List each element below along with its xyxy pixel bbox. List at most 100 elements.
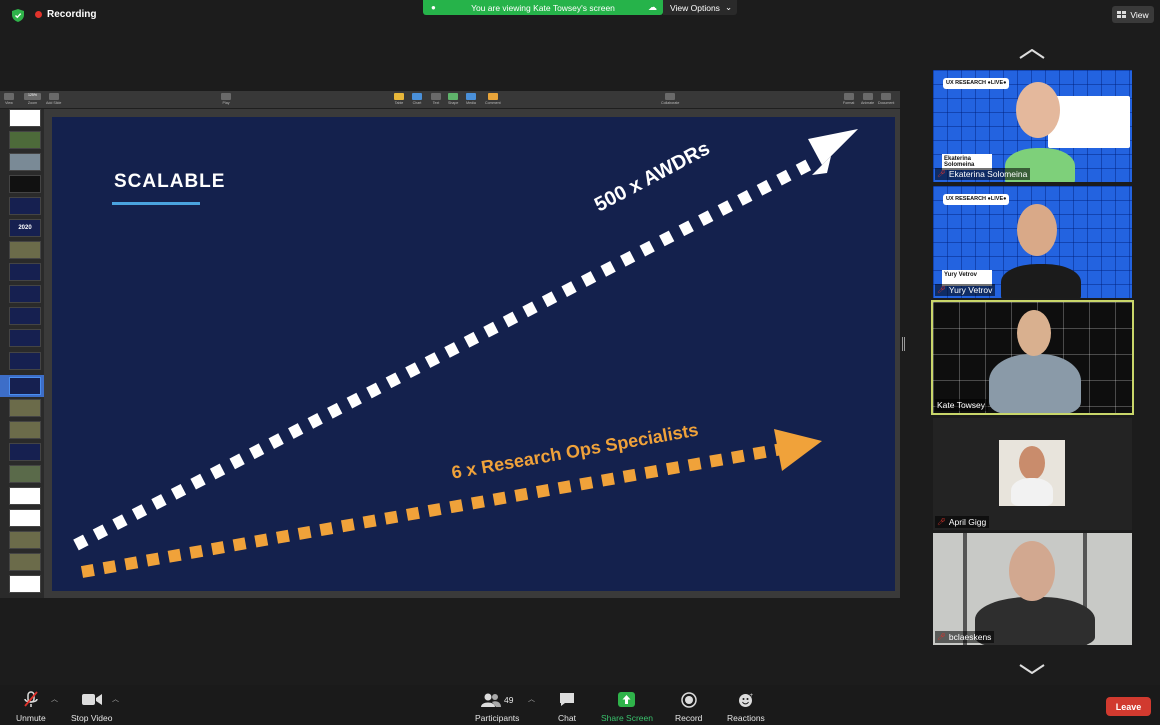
- slide-thumbnail[interactable]: [9, 175, 41, 193]
- toolbar-label: Play: [222, 101, 230, 105]
- share-banner: ● You are viewing Kate Towsey's screen ☁: [423, 0, 663, 15]
- toolbar-label: Chart: [412, 101, 422, 105]
- participant-tile[interactable]: UX RESEARCH ●LIVE● Ekaterina Solomeina 🎤…: [933, 70, 1132, 182]
- ux-research-live-logo: UX RESEARCH ●LIVE●: [943, 194, 1010, 205]
- participant-name-tag: 🎤︎ bclaeskens: [935, 631, 995, 643]
- slide-thumbnail[interactable]: [9, 109, 41, 127]
- keynote-comment-button[interactable]: Comment: [485, 93, 501, 105]
- leave-meeting-button[interactable]: Leave: [1106, 697, 1151, 716]
- unmute-button[interactable]: Unmute: [16, 691, 46, 723]
- top-bar: Recording ● You are viewing Kate Towsey'…: [0, 0, 1160, 30]
- slide-thumbnail[interactable]: [9, 263, 41, 281]
- share-screen-button[interactable]: Share Screen: [601, 691, 653, 723]
- participant-name: Yury Vetrov: [948, 285, 993, 295]
- keynote-format-button[interactable]: Format: [843, 93, 854, 105]
- table-icon: [394, 93, 404, 100]
- slide-thumbnail[interactable]: [9, 487, 41, 505]
- slide-thumbnail[interactable]: [9, 421, 41, 439]
- view-button[interactable]: View: [1112, 6, 1154, 23]
- scroll-down-chevron-icon[interactable]: [1019, 664, 1045, 674]
- participants-button[interactable]: 49 Participants: [475, 691, 519, 723]
- comment-icon: [487, 93, 498, 100]
- slide-thumbnail[interactable]: [9, 131, 41, 149]
- participant-tile-active-speaker[interactable]: Kate Towsey: [931, 300, 1134, 415]
- participant-tile[interactable]: UX RESEARCH ●LIVE● Yury Vetrov 🎤︎ Yury Ve…: [933, 186, 1132, 298]
- reactions-button[interactable]: + Reactions: [727, 691, 765, 724]
- recording-indicator[interactable]: Recording: [35, 9, 96, 20]
- record-label: Record: [675, 713, 703, 723]
- slide-thumbnail[interactable]: [9, 509, 41, 527]
- toolbar-label: Table: [394, 101, 404, 105]
- toolbar-label: Comment: [485, 101, 501, 105]
- scroll-up-chevron-icon[interactable]: [1019, 49, 1045, 59]
- svg-text:+: +: [749, 693, 753, 699]
- play-icon: [221, 93, 231, 100]
- format-icon: [843, 93, 854, 100]
- toolbar-label: Document: [878, 101, 895, 105]
- microphone-icon: ●: [431, 3, 436, 12]
- slide-navigator[interactable]: 2020: [0, 109, 44, 598]
- participant-avatar-photo: [999, 440, 1065, 506]
- audio-options-caret-icon[interactable]: ︿: [51, 694, 58, 704]
- participant-face: [1016, 82, 1060, 138]
- keynote-view-button[interactable]: View: [4, 93, 14, 105]
- orange-arrow-head: [774, 429, 822, 471]
- keynote-media-button[interactable]: Media: [466, 93, 476, 105]
- grid-view-icon: [1117, 11, 1127, 18]
- video-options-caret-icon[interactable]: ︿: [112, 694, 119, 704]
- slide-thumbnail-current[interactable]: [9, 377, 41, 395]
- slide-thumbnail[interactable]: [9, 329, 41, 347]
- shield-icon[interactable]: [12, 9, 24, 22]
- chat-bubble-icon: [559, 691, 575, 708]
- slide-thumbnail[interactable]: [9, 197, 41, 215]
- participant-face: [1017, 204, 1057, 256]
- keynote-text-button[interactable]: Text: [431, 93, 441, 105]
- keynote-chart-button[interactable]: Chart: [412, 93, 422, 105]
- slide-thumbnail[interactable]: [9, 352, 41, 370]
- record-dot-icon: [35, 11, 42, 18]
- stop-video-button[interactable]: Stop Video: [71, 691, 112, 723]
- keynote-document-button[interactable]: Document: [878, 93, 894, 105]
- slide-thumbnail[interactable]: [9, 575, 41, 593]
- resize-handle[interactable]: [902, 337, 905, 351]
- slide-thumbnail[interactable]: [9, 531, 41, 549]
- participant-name: April Gigg: [948, 517, 987, 527]
- participant-tile[interactable]: 🎤︎ April Gigg: [933, 418, 1132, 530]
- record-button[interactable]: Record: [675, 691, 702, 723]
- participants-options-caret-icon[interactable]: ︿: [528, 694, 535, 704]
- keynote-shape-button[interactable]: Shape: [448, 93, 458, 105]
- participant-tile[interactable]: 🎤︎ bclaeskens: [933, 533, 1132, 645]
- slide-thumbnail[interactable]: [9, 153, 41, 171]
- keynote-add-slide-button[interactable]: Add Slide: [46, 93, 61, 105]
- white-dotted-arrow-line: [73, 156, 817, 551]
- unmute-label: Unmute: [16, 713, 46, 723]
- keynote-animate-button[interactable]: Animate: [861, 93, 874, 105]
- view-options-label: View Options: [670, 2, 720, 13]
- slide-thumbnail[interactable]: [9, 443, 41, 461]
- view-options-dropdown[interactable]: View Options ⌄: [663, 0, 737, 15]
- slide-thumbnail[interactable]: [9, 553, 41, 571]
- slide-thumbnail-2020[interactable]: 2020: [9, 219, 41, 237]
- keynote-table-button[interactable]: Table: [394, 93, 404, 105]
- smiley-icon: +: [738, 691, 754, 708]
- stop-video-label: Stop Video: [71, 713, 113, 723]
- slide-thumbnail[interactable]: [9, 285, 41, 303]
- current-slide: SCALABLE 500 x AWDRs 6 x Research Ops Sp…: [52, 117, 895, 591]
- keynote-collaborate-button[interactable]: Collaborate: [661, 93, 679, 105]
- slide-thumbnail[interactable]: [9, 307, 41, 325]
- meeting-controls-bar: Unmute ︿ Stop Video ︿ 49 Participants ︿ …: [0, 685, 1160, 725]
- keynote-toolbar: View 125% Zoom Add Slide Play Table Chart…: [0, 91, 900, 109]
- keynote-zoom-button[interactable]: 125% Zoom: [24, 93, 41, 105]
- toolbar-label: Add Slide: [46, 101, 62, 105]
- media-icon: [466, 93, 476, 100]
- participant-name: Kate Towsey: [937, 400, 986, 410]
- add-slide-icon: [48, 93, 59, 100]
- slide-thumbnail[interactable]: [9, 465, 41, 483]
- muted-mic-icon: 🎤︎: [937, 171, 946, 178]
- reactions-label: Reactions: [727, 713, 765, 723]
- keynote-play-button[interactable]: Play: [221, 93, 231, 105]
- share-screen-label: Share Screen: [601, 713, 653, 723]
- slide-thumbnail[interactable]: [9, 241, 41, 259]
- slide-thumbnail[interactable]: [9, 399, 41, 417]
- chat-button[interactable]: Chat: [558, 691, 576, 723]
